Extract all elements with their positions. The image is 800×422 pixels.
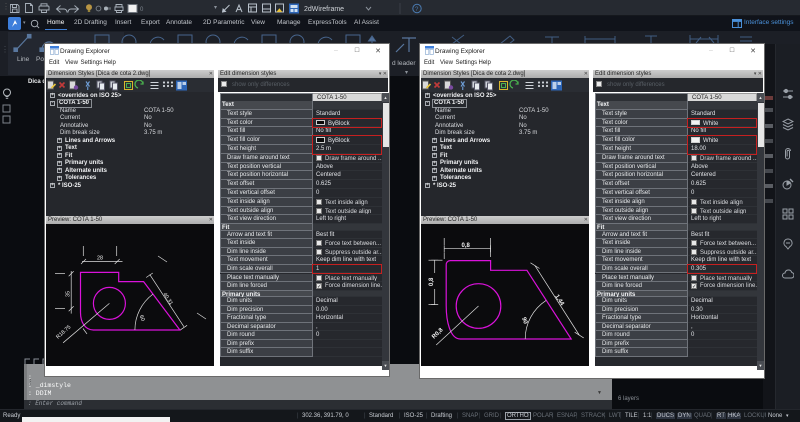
svg-text:Line: Line: [17, 56, 30, 63]
svg-text:2dWireframe: 2dWireframe: [304, 6, 344, 13]
svg-text:0,8: 0,8: [429, 277, 435, 286]
svg-text:Po: Po: [36, 56, 44, 63]
svg-text:R18.75: R18.75: [55, 324, 72, 340]
svg-text:35: 35: [66, 291, 72, 297]
svg-text:90: 90: [520, 317, 528, 326]
svg-text:0,8: 0,8: [462, 243, 471, 249]
svg-text:▾: ▾: [405, 70, 408, 74]
svg-text:d leader: d leader: [392, 60, 416, 67]
svg-text:1,44: 1,44: [553, 294, 565, 308]
svg-text:28: 28: [97, 256, 103, 262]
svg-text:0: 0: [140, 7, 144, 13]
svg-text:60: 60: [138, 314, 146, 322]
svg-text:40.31: 40.31: [161, 292, 173, 307]
